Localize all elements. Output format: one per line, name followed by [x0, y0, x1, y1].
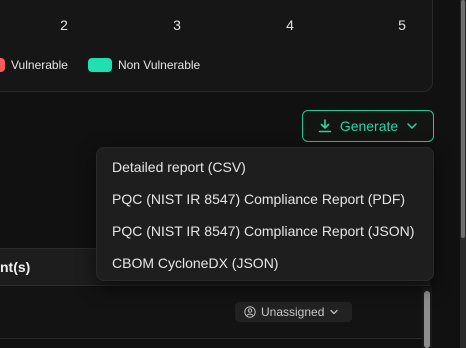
assignee-label: Unassigned	[261, 305, 325, 319]
menu-item-pqc-json[interactable]: PQC (NIST IR 8547) Compliance Report (JS…	[112, 223, 414, 239]
user-icon	[244, 306, 256, 318]
table-scrollbar-thumb[interactable]	[424, 291, 430, 348]
generate-menu: Detailed report (CSV) PQC (NIST IR 8547)…	[96, 147, 434, 281]
chart-legend: Vulnerable Non Vulnerable	[0, 57, 200, 73]
page-scrollbar-thumb[interactable]	[461, 0, 465, 238]
assignee-dropdown[interactable]: Unassigned	[235, 302, 352, 322]
legend-label-vulnerable: Vulnerable	[11, 58, 68, 72]
download-icon	[318, 119, 332, 133]
column-header: nt(s)	[0, 259, 31, 275]
chevron-down-icon	[330, 309, 339, 315]
chevron-down-icon	[407, 123, 417, 129]
x-tick-label: 4	[286, 17, 294, 33]
app-root: 2 3 4 5 Vulnerable Non Vulnerable Genera…	[0, 0, 466, 348]
table-row[interactable]	[0, 287, 430, 339]
menu-item-detailed-csv[interactable]: Detailed report (CSV)	[112, 159, 246, 175]
legend-swatch-vulnerable	[0, 58, 5, 72]
chart-card: 2 3 4 5 Vulnerable Non Vulnerable	[0, 0, 433, 92]
menu-item-pqc-pdf[interactable]: PQC (NIST IR 8547) Compliance Report (PD…	[112, 191, 405, 207]
x-tick-label: 2	[60, 17, 68, 33]
legend-swatch-non-vulnerable	[87, 58, 112, 72]
generate-label: Generate	[339, 118, 399, 134]
x-tick-label: 3	[173, 17, 181, 33]
legend-label-non-vulnerable: Non Vulnerable	[117, 58, 201, 72]
menu-item-cbom-json[interactable]: CBOM CycloneDX (JSON)	[112, 255, 278, 271]
x-tick-label: 5	[398, 17, 406, 33]
generate-button[interactable]: Generate	[302, 110, 434, 142]
